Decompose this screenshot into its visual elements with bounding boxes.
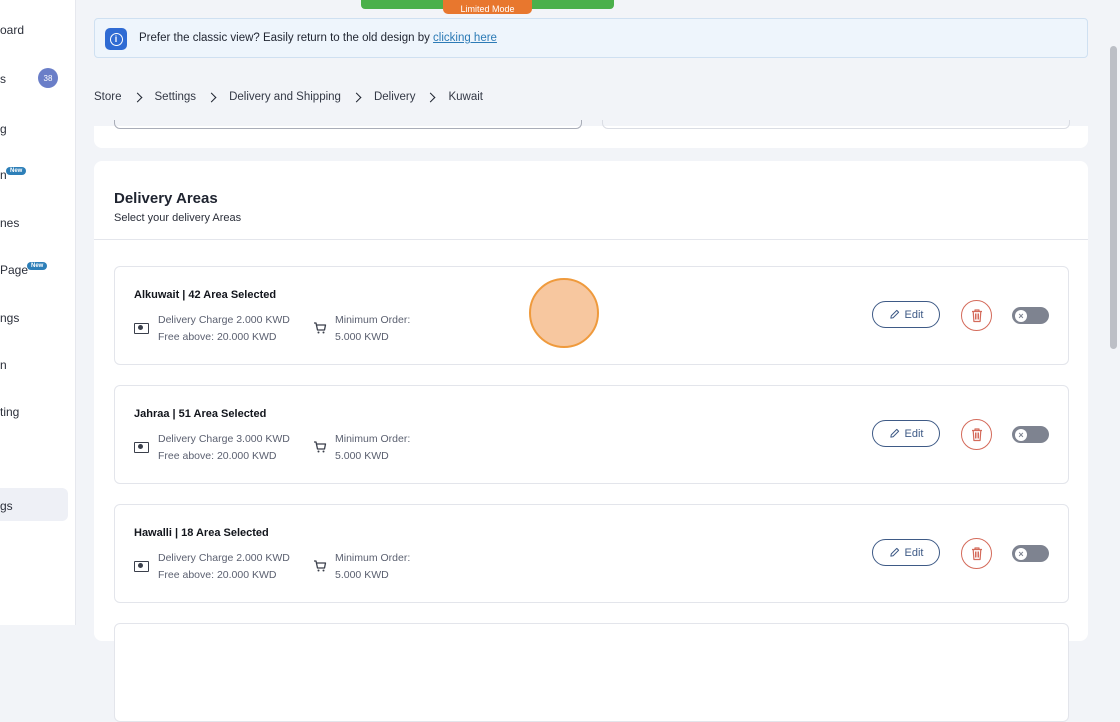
sidebar-item-settings[interactable]: gs <box>0 499 13 513</box>
close-icon: × <box>1015 309 1027 322</box>
country-select[interactable] <box>114 120 582 129</box>
orders-count-badge: 38 <box>38 68 58 88</box>
click-indicator <box>529 278 599 348</box>
info-icon: i <box>105 28 127 50</box>
sidebar-item-themes[interactable]: nes <box>0 216 19 230</box>
country-settings-card <box>94 120 1088 148</box>
free-above: Free above: 20.000 KWD <box>158 331 277 343</box>
minimum-order-value: 5.000 KWD <box>335 331 389 343</box>
delivery-areas-subtitle: Select your delivery Areas <box>114 212 242 224</box>
limited-mode-label: Limited Mode <box>460 4 515 14</box>
delivery-charge: Delivery Charge 2.000 KWD <box>158 552 290 564</box>
divider <box>94 239 1088 240</box>
banner-text: Prefer the classic view? Easily return t… <box>139 32 434 44</box>
sidebar-item-orders[interactable]: s <box>0 72 6 86</box>
sidebar-item-page[interactable]: Page <box>0 263 28 277</box>
delete-button[interactable] <box>961 538 992 569</box>
close-icon: × <box>1015 547 1027 560</box>
chevron-right-icon <box>351 92 362 102</box>
sidebar-item-listings[interactable]: ngs <box>0 311 19 325</box>
edit-label: Edit <box>904 308 924 321</box>
delete-button[interactable] <box>961 300 992 331</box>
free-above: Free above: 20.000 KWD <box>158 569 277 581</box>
chevron-right-icon <box>206 92 217 102</box>
classic-view-banner: i Prefer the classic view? Easily return… <box>94 18 1088 58</box>
trash-icon <box>971 309 982 323</box>
region-field[interactable] <box>602 120 1070 129</box>
free-above: Free above: 20.000 KWD <box>158 450 277 462</box>
edit-button[interactable]: Edit <box>872 301 940 328</box>
breadcrumb-kuwait: Kuwait <box>448 91 484 103</box>
minimum-order-label: Minimum Order: <box>335 433 411 445</box>
money-icon <box>134 442 149 453</box>
delivery-charge: Delivery Charge 3.000 KWD <box>158 433 290 445</box>
banner-message: Prefer the classic view? Easily return t… <box>139 32 497 44</box>
breadcrumb-store[interactable]: Store <box>94 91 122 103</box>
minimum-order-value: 5.000 KWD <box>335 450 389 462</box>
edit-button[interactable]: Edit <box>872 420 940 447</box>
new-badge: New <box>6 167 27 175</box>
trash-icon <box>971 547 982 561</box>
money-icon <box>134 561 149 572</box>
breadcrumb: Store Settings Delivery and Shipping Del… <box>94 91 483 103</box>
breadcrumb-delivery[interactable]: Delivery <box>374 91 416 103</box>
delivery-areas-title: Delivery Areas <box>114 190 218 207</box>
area-name: Jahraa | 51 Area Selected <box>134 408 267 420</box>
money-icon <box>134 323 149 334</box>
minimum-order-value: 5.000 KWD <box>335 569 389 581</box>
pencil-icon <box>889 309 899 319</box>
new-badge: New <box>27 262 48 270</box>
sidebar: oard s 38 g n New nes Page New ngs n tin… <box>0 0 76 625</box>
edit-label: Edit <box>904 546 924 559</box>
cart-icon <box>314 441 327 453</box>
area-name: Alkuwait | 42 Area Selected <box>134 289 277 301</box>
trash-icon <box>971 428 982 442</box>
classic-view-link[interactable]: clicking here <box>433 32 497 44</box>
breadcrumb-settings[interactable]: Settings <box>155 91 197 103</box>
cart-icon <box>314 322 327 334</box>
pencil-icon <box>889 428 899 438</box>
sidebar-item-dashboard[interactable]: oard <box>0 23 24 37</box>
chevron-right-icon <box>426 92 436 102</box>
breadcrumb-delivery-shipping[interactable]: Delivery and Shipping <box>229 91 341 103</box>
page-scrollbar[interactable] <box>1110 46 1117 349</box>
delivery-areas-card: Delivery Areas Select your delivery Area… <box>94 161 1088 722</box>
cart-icon <box>314 560 327 572</box>
chevron-right-icon <box>132 92 142 102</box>
sidebar-item-marketing[interactable]: ting <box>0 405 19 419</box>
area-enabled-toggle[interactable]: × <box>1012 307 1049 324</box>
area-enabled-toggle[interactable]: × <box>1012 426 1049 443</box>
limited-mode-tag[interactable]: Limited Mode <box>443 0 532 14</box>
delete-button[interactable] <box>961 419 992 450</box>
edit-label: Edit <box>904 427 924 440</box>
delivery-area-row <box>114 623 1069 722</box>
minimum-order-label: Minimum Order: <box>335 552 411 564</box>
delivery-area-row: Jahraa | 51 Area Selected Delivery Charg… <box>114 385 1069 484</box>
sidebar-item-n[interactable]: n <box>0 358 7 372</box>
area-name: Hawalli | 18 Area Selected <box>134 527 269 539</box>
minimum-order-label: Minimum Order: <box>335 314 411 326</box>
close-icon: × <box>1015 428 1027 441</box>
area-enabled-toggle[interactable]: × <box>1012 545 1049 562</box>
pencil-icon <box>889 547 899 557</box>
edit-button[interactable]: Edit <box>872 539 940 566</box>
sidebar-item-catalog[interactable]: g <box>0 122 7 136</box>
delivery-charge: Delivery Charge 2.000 KWD <box>158 314 290 326</box>
delivery-area-row: Hawalli | 18 Area Selected Delivery Char… <box>114 504 1069 603</box>
